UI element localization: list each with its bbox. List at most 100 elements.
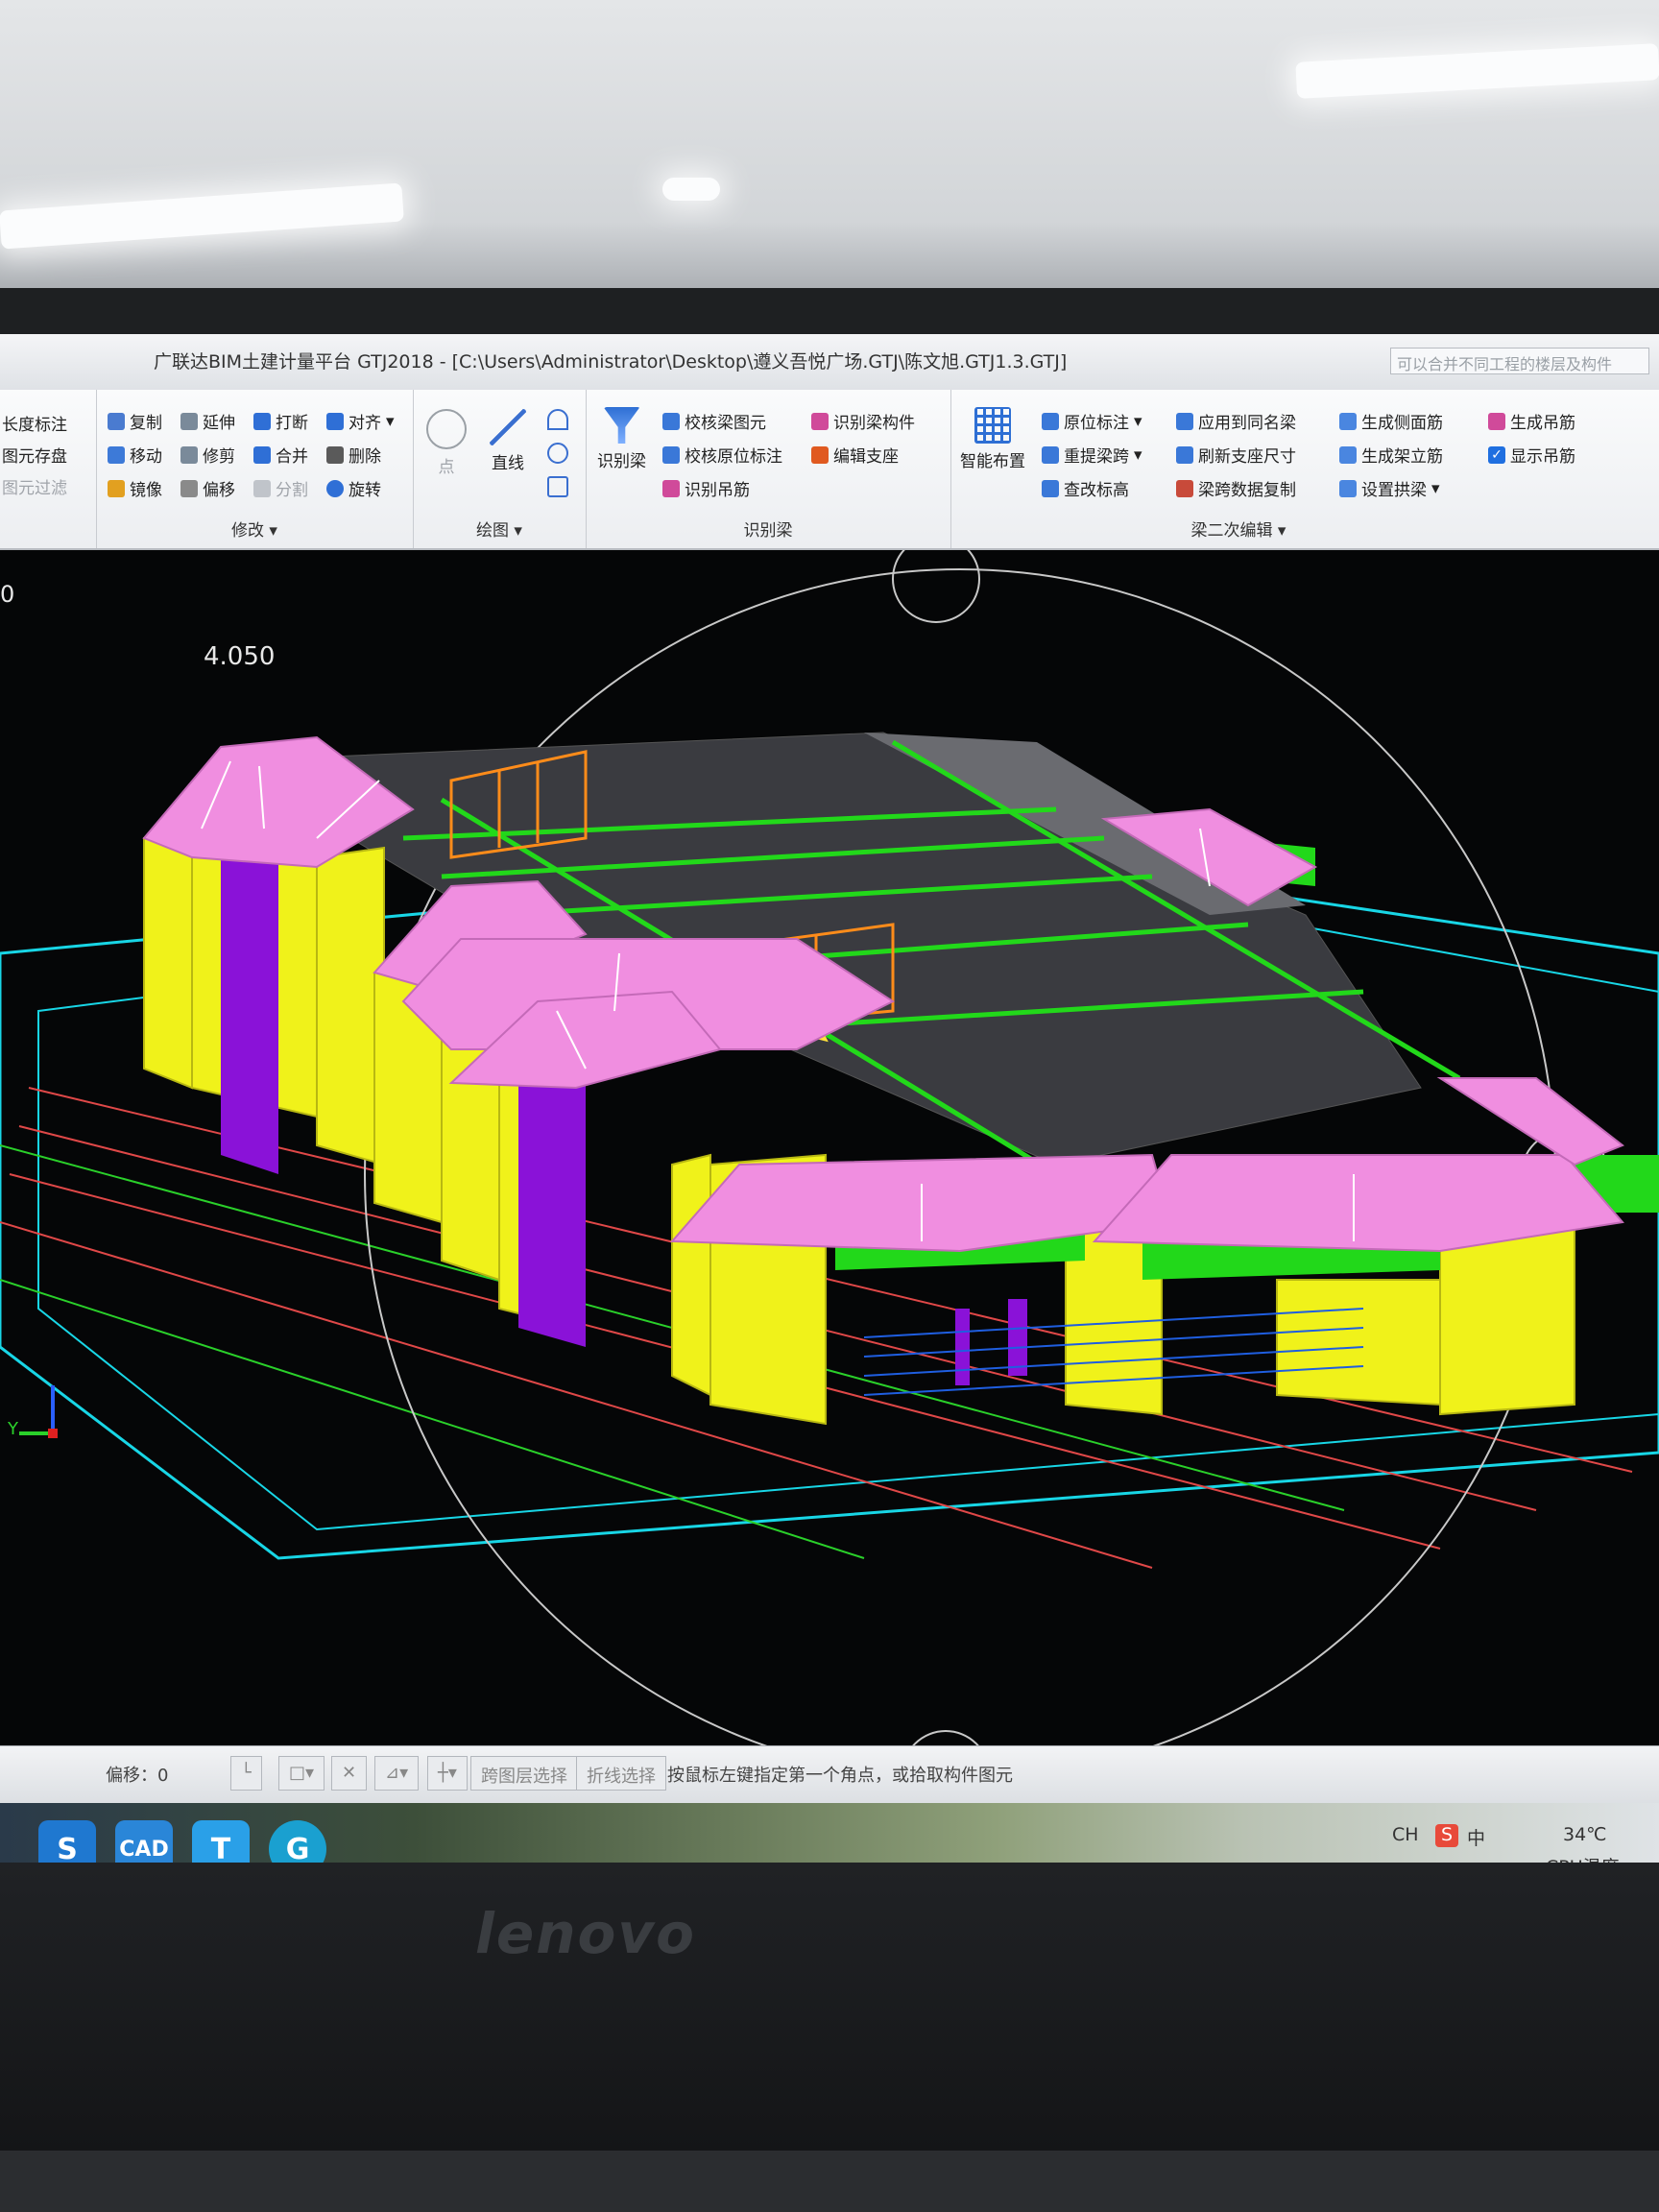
button-label: 直线 [492,454,524,473]
grid-layout-icon [974,407,1011,444]
button-label: 延伸 [203,414,235,433]
edit-icon [811,445,829,464]
line-tool-button[interactable]: 直线 [490,409,526,473]
mirror-button[interactable]: 镜像 [108,476,162,500]
dimension-toggle-button[interactable]: ⊿▾ [374,1756,420,1791]
3d-viewport[interactable]: 0 4.050 Y [0,550,1659,1745]
button-label: 分割 [276,481,308,500]
ime-logo-icon[interactable]: S [1435,1824,1458,1847]
length-mark-button[interactable]: 长度标注 [2,411,67,435]
app-glyph: CAD [119,1837,169,1862]
move-button[interactable]: 移动 [108,443,162,467]
apply-same-name-button[interactable]: 应用到同名梁 [1176,409,1296,433]
recognize-beam-component-button[interactable]: 识别梁构件 [811,409,915,433]
grid-toggle-button[interactable]: ┼▾ [427,1756,468,1791]
rect-tool-button[interactable] [547,476,568,497]
refresh-support-button[interactable]: 刷新支座尺寸 [1176,443,1296,467]
re-span-button[interactable]: 重提梁跨 ▾ [1042,443,1142,467]
monitor-brand: lenovo [475,1901,697,1966]
span-icon [1042,445,1059,464]
trim-button[interactable]: 修剪 [180,443,235,467]
funnel-icon [662,412,680,430]
button-label: 重提梁跨 [1064,447,1129,467]
button-label: 生成侧面筋 [1361,414,1443,433]
merge-icon [253,445,271,464]
trim-icon [180,445,198,464]
chevron-down-icon: ▾ [1431,478,1440,498]
delete-button[interactable]: 删除 [326,443,381,467]
button-label: 应用到同名梁 [1198,414,1296,433]
monitor-bezel: lenovo [0,1863,1659,2151]
circle-tool-button[interactable] [547,443,568,464]
move-icon [108,445,125,464]
app-glyph: T [210,1832,231,1866]
set-arch-beam-button[interactable]: 设置拱梁 ▾ [1339,476,1440,500]
smart-layout-button[interactable]: 智能布置 [960,407,1025,471]
copy-icon [108,412,125,430]
offset-button[interactable]: 偏移 [180,476,235,500]
rotate-button[interactable]: 旋转 [326,476,381,500]
desk [0,2151,1659,2212]
orbit-handle-bottom[interactable] [902,1730,989,1745]
button-label: 生成吊筋 [1510,414,1575,433]
button-label: 图元过滤 [2,479,67,498]
recognize-beam-button[interactable]: 识别梁 [597,407,646,471]
origin-mark-button[interactable]: 原位标注 ▾ [1042,409,1142,433]
generate-hanger-button[interactable]: 生成吊筋 [1488,409,1575,433]
ime-mode[interactable]: 中 [1467,1824,1485,1850]
copy-button[interactable]: 复制 [108,409,162,433]
rotate-icon [326,479,344,497]
button-label: 修剪 [203,447,235,467]
elevation-readout: 4.050 [204,642,276,671]
cross-layer-select-button[interactable]: 跨图层选择 [470,1756,578,1791]
arc-tool-button[interactable] [547,409,568,430]
button-label: 查改标高 [1064,481,1129,500]
ribbon-group-beam-edit: 智能布置 原位标注 ▾ 重提梁跨 ▾ 查改标高 应用到同名梁 刷新支座尺寸 梁跨数据… [950,390,1659,548]
snap-toggle-button[interactable]: └ [230,1756,262,1791]
polyline-select-button[interactable]: 折线选择 [576,1756,666,1791]
generate-erect-rebar-button[interactable]: 生成架立筋 [1339,443,1443,467]
cancel-snap-button[interactable]: ✕ [331,1756,368,1791]
button-label: 对齐 [349,414,381,433]
ribbon: 长度标注 图元存盘 图元过滤 复制 延伸 打断 对齐 ▾ 移动 修剪 合并 删除 … [0,390,1659,550]
lang-indicator[interactable]: CH [1392,1824,1419,1845]
button-label: 打断 [276,414,308,433]
circle-icon [547,443,568,464]
recognize-hanger-button[interactable]: 识别吊筋 [662,476,750,500]
element-filter-button[interactable]: 图元过滤 [2,474,67,498]
split-button[interactable]: 分割 [253,476,308,500]
orbit-handle-top[interactable] [892,550,980,623]
ortho-toggle-button[interactable]: □▾ [278,1756,325,1791]
refresh-icon [1176,445,1193,464]
ceiling-lamp [0,182,404,250]
button-label: 梁跨数据复制 [1198,481,1296,500]
break-button[interactable]: 打断 [253,409,308,433]
point-tool-button[interactable]: 点 [426,409,467,477]
show-hanger-checkbox[interactable]: ✓ 显示吊筋 [1488,443,1575,467]
check-elevation-button[interactable]: 查改标高 [1042,476,1129,500]
button-label: 显示吊筋 [1510,447,1575,467]
group-label-draw: 绘图 ▾ [476,521,522,541]
offset-readout: 偏移：0 [106,1766,169,1786]
merge-button[interactable]: 合并 [253,443,308,467]
axis-y-label: Y [8,1419,18,1439]
element-save-button[interactable]: 图元存盘 [2,443,67,467]
monitor: 广联达BIM土建计量平台 GTJ2018 - [C:\Users\Adminis… [0,288,1659,2151]
check-beam-button[interactable]: 校核梁图元 [662,409,766,433]
ribbon-group-modify: 复制 延伸 打断 对齐 ▾ 移动 修剪 合并 删除 镜像 偏移 分割 旋转 修改 … [96,390,414,548]
edit-support-button[interactable]: 编辑支座 [811,443,899,467]
rectangle-icon [547,476,568,497]
model-view[interactable] [0,550,1659,1745]
checkbox-checked-icon: ✓ [1488,445,1505,464]
button-label: 原位标注 [1064,414,1129,433]
split-icon [253,479,271,497]
align-button[interactable]: 对齐 ▾ [326,409,395,433]
search-hint-box[interactable]: 可以合并不同工程的楼层及构件 [1390,348,1649,374]
office-ceiling [0,0,1659,317]
extend-button[interactable]: 延伸 [180,409,235,433]
check-origin-mark-button[interactable]: 校核原位标注 [662,443,782,467]
generate-side-rebar-button[interactable]: 生成侧面筋 [1339,409,1443,433]
crosshair-icon [426,409,467,449]
span-data-copy-button[interactable]: 梁跨数据复制 [1176,476,1296,500]
cpu-temp: 34℃ [1563,1824,1607,1845]
